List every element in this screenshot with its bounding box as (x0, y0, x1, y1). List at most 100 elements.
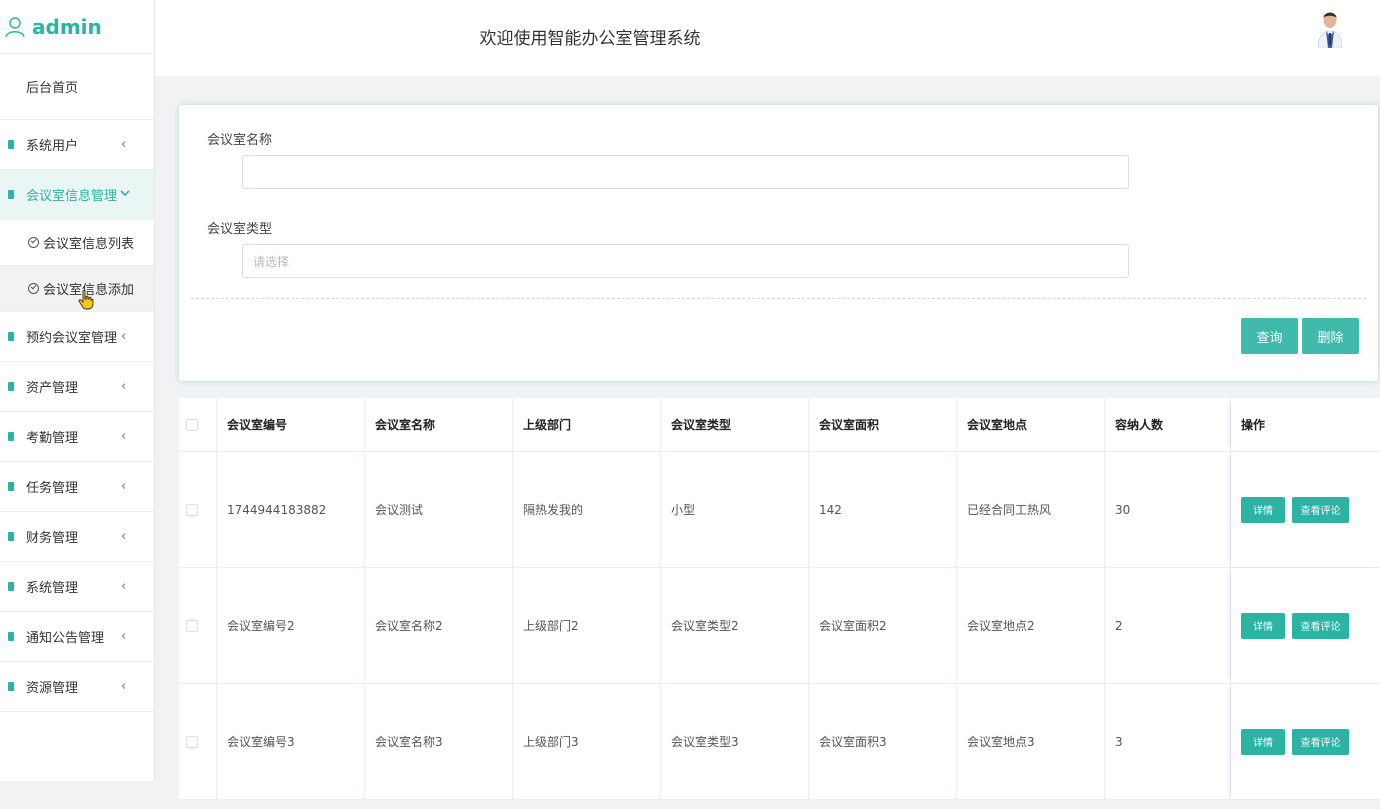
sidebar-item-label: 系统用户 (26, 139, 79, 154)
delete-button[interactable]: 删除 (1302, 318, 1359, 354)
actions-cell: 详情 查看评论 (1231, 684, 1380, 799)
sidebar-item-notices[interactable]: 通知公告管理 ‹ (0, 612, 154, 662)
table-cell: 142 (809, 452, 957, 567)
document-icon (8, 532, 14, 541)
select-all-checkbox[interactable] (186, 418, 198, 431)
sidebar-item-label: 财务管理 (26, 531, 79, 546)
sidebar-item-system[interactable]: 系统管理 ‹ (0, 562, 154, 612)
table-cell: 会议测试 (365, 452, 513, 567)
table-cell: 会议室类型2 (661, 568, 809, 683)
table-header: 上级部门 (513, 398, 661, 451)
detail-button[interactable]: 详情 (1241, 496, 1285, 523)
sidebar-item-booking[interactable]: 预约会议室管理 ‹ (0, 312, 154, 362)
table-cell: 会议室面积3 (809, 684, 957, 799)
document-icon (8, 190, 14, 199)
table-cell: 会议室名称3 (365, 684, 513, 799)
table-header: 会议室面积 (809, 398, 957, 451)
actions-cell: 详情 查看评论 (1231, 568, 1380, 683)
sidebar-item-label: 通知公告管理 (26, 631, 105, 646)
chevron-left-icon: ‹ (121, 579, 127, 594)
meeting-room-type-label: 会议室类型 (207, 222, 273, 237)
table-cell: 会议室编号3 (217, 684, 365, 799)
sidebar-item-label: 预约会议室管理 (26, 331, 118, 346)
sidebar-subitem-label: 会议室信息列表 (43, 237, 135, 252)
sidebar-item-tasks[interactable]: 任务管理 ‹ (0, 462, 154, 512)
top-header: 欢迎使用智能办公室管理系统 (155, 0, 1380, 76)
page-title: 欢迎使用智能办公室管理系统 (479, 29, 701, 49)
meeting-room-name-input[interactable] (242, 155, 1129, 189)
table-cell: 会议室地点3 (957, 684, 1105, 799)
view-comments-button[interactable]: 查看评论 (1292, 496, 1349, 523)
sidebar-item-assets[interactable]: 资产管理 ‹ (0, 362, 154, 412)
row-select-cell (179, 684, 217, 799)
sidebar-item-meeting-room-info[interactable]: 会议室信息管理 (0, 170, 154, 220)
table-header: 会议室类型 (661, 398, 809, 451)
table-cell: 上级部门2 (513, 568, 661, 683)
meeting-room-type-select[interactable]: 请选择 (242, 244, 1129, 278)
query-button[interactable]: 查询 (1241, 318, 1298, 354)
sidebar-item-resources[interactable]: 资源管理 ‹ (0, 662, 154, 712)
document-icon (8, 432, 14, 441)
table-cell: 30 (1105, 452, 1231, 567)
user-icon (5, 16, 25, 37)
sidebar-item-label: 系统管理 (26, 581, 79, 596)
sidebar: admin 后台首页 系统用户 ‹ 会议室信息管理 会议室信息列表 会议室信息添… (0, 0, 155, 809)
row-checkbox[interactable] (186, 735, 198, 748)
chevron-left-icon: ‹ (121, 679, 127, 694)
sidebar-footer (0, 781, 155, 809)
row-checkbox[interactable] (186, 619, 198, 632)
table-header: 会议室名称 (365, 398, 513, 451)
sidebar-item-label: 任务管理 (26, 481, 79, 496)
table-cell: 会议室名称2 (365, 568, 513, 683)
brand-name: admin (32, 14, 102, 39)
view-comments-button[interactable]: 查看评论 (1292, 728, 1349, 755)
table-cell: 会议室编号2 (217, 568, 365, 683)
document-icon (8, 140, 14, 149)
brand: admin (0, 0, 154, 54)
table-header-row: 会议室编号 会议室名称 上级部门 会议室类型 会议室面积 会议室地点 容纳人数 … (179, 398, 1380, 452)
chevron-left-icon: ‹ (121, 479, 127, 494)
document-icon (8, 582, 14, 591)
meeting-room-table: 会议室编号 会议室名称 上级部门 会议室类型 会议室面积 会议室地点 容纳人数 … (179, 398, 1380, 800)
sidebar-item-label: 考勤管理 (26, 431, 79, 446)
table-header: 容纳人数 (1105, 398, 1231, 451)
chevron-left-icon: ‹ (121, 137, 127, 152)
view-comments-button[interactable]: 查看评论 (1292, 612, 1349, 639)
chevron-left-icon: ‹ (121, 329, 127, 344)
divider (191, 298, 1366, 299)
table-row: 会议室编号2 会议室名称2 上级部门2 会议室类型2 会议室面积2 会议室地点2… (179, 568, 1380, 684)
table-cell: 2 (1105, 568, 1231, 683)
sidebar-item-label: 资源管理 (26, 681, 79, 696)
table-cell: 会议室类型3 (661, 684, 809, 799)
sidebar-subitem-meeting-room-list[interactable]: 会议室信息列表 (0, 220, 154, 266)
table-cell: 隔热发我的 (513, 452, 661, 567)
detail-button[interactable]: 详情 (1241, 728, 1285, 755)
chevron-left-icon: ‹ (121, 429, 127, 444)
avatar[interactable] (1317, 10, 1343, 48)
table-cell: 会议室地点2 (957, 568, 1105, 683)
sidebar-item-attendance[interactable]: 考勤管理 ‹ (0, 412, 154, 462)
document-icon (8, 482, 14, 491)
table-cell: 3 (1105, 684, 1231, 799)
table-cell: 上级部门3 (513, 684, 661, 799)
document-icon (8, 682, 14, 691)
sidebar-subitem-meeting-room-add[interactable]: 会议室信息添加 (0, 266, 154, 312)
sidebar-item-label: 资产管理 (26, 381, 79, 396)
chevron-left-icon: ‹ (121, 529, 127, 544)
sidebar-item-finance[interactable]: 财务管理 ‹ (0, 512, 154, 562)
select-all-cell (179, 398, 217, 451)
chevron-left-icon: ‹ (121, 629, 127, 644)
sidebar-item-home[interactable]: 后台首页 (0, 54, 154, 120)
sidebar-item-system-users[interactable]: 系统用户 ‹ (0, 120, 154, 170)
table-header: 操作 (1231, 398, 1380, 451)
row-checkbox[interactable] (186, 503, 198, 516)
actions-cell: 详情 查看评论 (1231, 452, 1380, 567)
hand-cursor-icon (78, 290, 94, 310)
document-icon (8, 632, 14, 641)
table-row: 会议室编号3 会议室名称3 上级部门3 会议室类型3 会议室面积3 会议室地点3… (179, 684, 1380, 800)
check-circle-icon (28, 283, 39, 294)
table-cell: 会议室面积2 (809, 568, 957, 683)
table-cell: 小型 (661, 452, 809, 567)
document-icon (8, 332, 14, 341)
detail-button[interactable]: 详情 (1241, 612, 1285, 639)
